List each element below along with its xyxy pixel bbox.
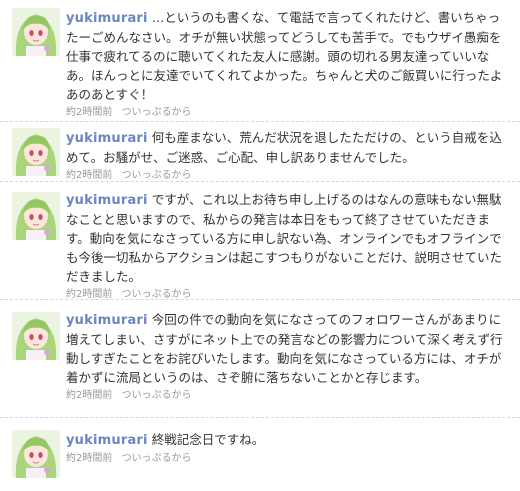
meta-separator: [115, 453, 118, 464]
tweet-source[interactable]: ついっぷるから: [122, 107, 192, 118]
tweet-username[interactable]: yukimurari: [66, 433, 148, 448]
meta-separator: [115, 107, 118, 118]
tweet-username[interactable]: yukimurari: [66, 313, 148, 328]
avatar[interactable]: [12, 192, 60, 240]
avatar[interactable]: [12, 128, 60, 176]
avatar-image: [12, 192, 60, 240]
meta-separator: [115, 289, 118, 300]
avatar-image: [12, 312, 60, 360]
tweet-timestamp[interactable]: 約2時間前: [66, 453, 112, 464]
tweet-text: 終戦記念日ですね。: [151, 432, 265, 447]
tweet-item: yukimurari ですが、これ以上お待ち申し上げるのはなんの意味もない無駄なこ…: [0, 182, 520, 300]
tweet-meta: 約2時間前 ついっぷるから: [66, 452, 512, 466]
tweet-source[interactable]: ついっぷるから: [122, 170, 192, 181]
tweet-timestamp[interactable]: 約2時間前: [66, 170, 112, 181]
avatar[interactable]: [12, 312, 60, 360]
tweet-source[interactable]: ついっぷるから: [122, 390, 192, 401]
meta-separator: [115, 170, 118, 181]
tweet-meta: 約2時間前 ついっぷるから: [66, 389, 512, 403]
tweet-timestamp[interactable]: 約2時間前: [66, 289, 112, 300]
avatar-image: [12, 8, 60, 56]
tweet-item: yukimurari 今回の件での動向を気になさってのフォロワーさんがあまりに増え…: [0, 300, 520, 418]
tweet-item: yukimurari 何も産まない、荒んだ状況を退したただけの、という自戒を込めて…: [0, 122, 520, 182]
avatar-image: [12, 430, 60, 478]
tweet-source[interactable]: ついっぷるから: [122, 453, 192, 464]
meta-separator: [115, 390, 118, 401]
avatar-image: [12, 128, 60, 176]
tweet-username[interactable]: yukimurari: [66, 131, 148, 146]
tweet-meta: 約2時間前 ついっぷるから: [66, 169, 512, 183]
tweet-source[interactable]: ついっぷるから: [122, 289, 192, 300]
avatar[interactable]: [12, 8, 60, 56]
avatar[interactable]: [12, 430, 60, 478]
tweet-timestamp[interactable]: 約2時間前: [66, 107, 112, 118]
tweet-timeline: yukimurari …というのも書くな、て電話で言ってくれたけど、書いちゃったー…: [0, 0, 520, 491]
tweet-meta: 約2時間前 ついっぷるから: [66, 106, 512, 120]
tweet-username[interactable]: yukimurari: [66, 193, 148, 208]
tweet-username[interactable]: yukimurari: [66, 11, 148, 26]
tweet-item: yukimurari 終戦記念日ですね。 約2時間前 ついっぷるから: [0, 418, 520, 491]
tweet-timestamp[interactable]: 約2時間前: [66, 390, 112, 401]
tweet-item: yukimurari …というのも書くな、て電話で言ってくれたけど、書いちゃったー…: [0, 0, 520, 122]
